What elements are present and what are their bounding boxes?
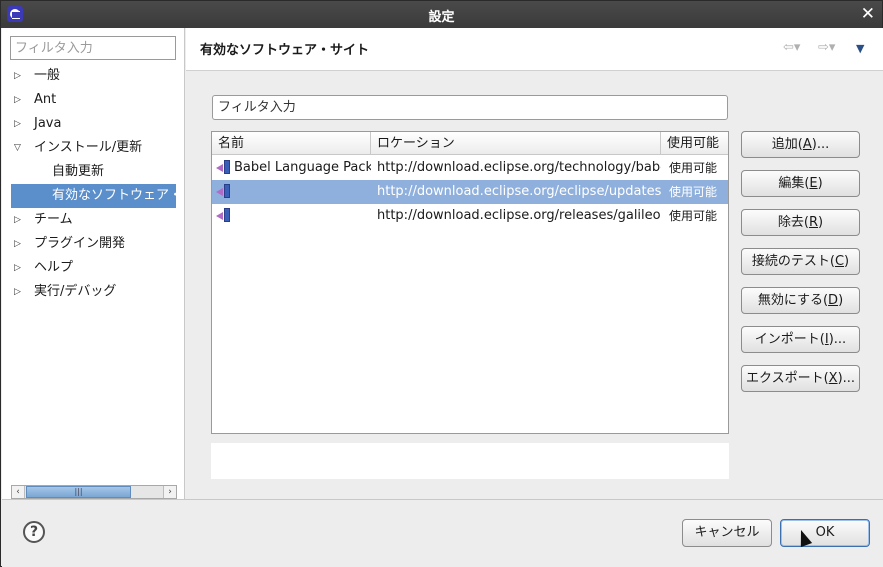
window-title: 設定	[428, 10, 455, 25]
expand-arrow-icon[interactable]: ▷	[14, 208, 26, 232]
back-arrow-icon[interactable]: ⇦▾	[783, 40, 800, 55]
edit-button[interactable]: 編集(E)	[741, 170, 860, 197]
sites-filter-input[interactable]	[212, 95, 728, 120]
preferences-tree-pane: ▷ 一般 ▷ Ant ▷ Java ▽ インストール/更新 自動更新 有効なソフ…	[2, 28, 185, 499]
site-name-cell	[216, 180, 371, 204]
tree-item-team[interactable]: ▷ チーム	[2, 208, 185, 232]
scrollbar-thumb[interactable]: |||	[26, 486, 131, 498]
scroll-right-icon[interactable]: ›	[163, 486, 176, 498]
column-header-location[interactable]: ロケーション	[371, 132, 661, 155]
view-menu-icon[interactable]: ▼	[856, 42, 864, 55]
dialog-button-bar: ? キャンセル OK	[2, 499, 883, 567]
tree-item-label: Java	[34, 116, 62, 131]
expand-arrow-icon[interactable]: ▷	[14, 64, 26, 88]
site-name-cell: Babel Language Pack	[216, 156, 371, 180]
add-button[interactable]: 追加(A)...	[741, 131, 860, 158]
tree-item-ant[interactable]: ▷ Ant	[2, 88, 185, 112]
tree-item-help[interactable]: ▷ ヘルプ	[2, 256, 185, 280]
preferences-tree: ▷ 一般 ▷ Ant ▷ Java ▽ インストール/更新 自動更新 有効なソフ…	[2, 64, 185, 304]
site-name: Babel Language Pack	[234, 160, 371, 175]
preferences-dialog: 設定 ✕ ▷ 一般 ▷ Ant ▷ Java ▽ インストール/更新 自動更新	[0, 0, 883, 567]
tree-item-label: 一般	[34, 68, 61, 83]
remove-button[interactable]: 除去(R)	[741, 209, 860, 236]
tree-item-run-debug[interactable]: ▷ 実行/デバッグ	[2, 280, 185, 304]
export-button[interactable]: エクスポート(X)...	[741, 365, 860, 392]
expand-arrow-icon[interactable]: ▷	[14, 112, 26, 136]
table-row[interactable]: http://download.eclipse.org/releases/gal…	[212, 204, 728, 228]
cancel-button[interactable]: キャンセル	[682, 519, 772, 547]
close-icon[interactable]: ✕	[861, 4, 875, 24]
site-location: http://download.eclipse.org/technology/b…	[377, 160, 661, 175]
tree-item-available-software-sites[interactable]: 有効なソフトウェア・	[11, 184, 176, 208]
update-site-icon	[216, 183, 230, 198]
software-sites-table: 名前 ロケーション 使用可能 Babel Language Pack http:…	[211, 131, 729, 434]
tree-item-label: 有効なソフトウェア・	[52, 188, 176, 203]
expand-arrow-icon[interactable]: ▷	[14, 88, 26, 112]
forward-arrow-icon[interactable]: ⇨▾	[818, 40, 835, 55]
tree-item-label: 実行/デバッグ	[34, 284, 117, 299]
test-connection-button[interactable]: 接続のテスト(C)	[741, 248, 860, 275]
page-header: 有効なソフトウェア・サイト ⇦▾ ⇨▾ ▼	[186, 28, 883, 71]
tree-filter-input[interactable]	[10, 36, 176, 60]
tree-item-java[interactable]: ▷ Java	[2, 112, 185, 136]
column-header-name[interactable]: 名前	[212, 132, 371, 155]
expand-arrow-icon[interactable]: ▷	[14, 232, 26, 256]
site-enabled: 使用可能	[669, 185, 718, 199]
table-row-selected[interactable]: http://download.eclipse.org/eclipse/upda…	[212, 180, 728, 204]
update-site-icon	[216, 207, 230, 222]
site-enabled: 使用可能	[669, 161, 718, 175]
preference-page: 有効なソフトウェア・サイト ⇦▾ ⇨▾ ▼ 名前 ロケーション 使用可能 Bab…	[186, 28, 883, 499]
table-row[interactable]: Babel Language Pack http://download.ecli…	[212, 156, 728, 180]
site-location: http://download.eclipse.org/eclipse/upda…	[377, 184, 661, 199]
expand-arrow-icon[interactable]: ▷	[14, 280, 26, 304]
tree-item-automatic-updates[interactable]: 自動更新	[2, 160, 185, 184]
collapse-arrow-icon[interactable]: ▽	[14, 136, 26, 160]
site-enabled: 使用可能	[669, 209, 718, 223]
title-bar[interactable]: 設定 ✕	[1, 1, 882, 28]
scroll-left-icon[interactable]: ‹	[12, 486, 25, 498]
table-header: 名前 ロケーション 使用可能	[212, 132, 728, 155]
tree-item-label: Ant	[34, 92, 57, 107]
tree-horizontal-scrollbar[interactable]: ‹ ||| ›	[11, 485, 177, 499]
tree-item-label: プラグイン開発	[34, 236, 126, 251]
tree-item-label: インストール/更新	[34, 140, 143, 155]
site-name-cell	[216, 204, 371, 228]
tree-item-general[interactable]: ▷ 一般	[2, 64, 185, 88]
tree-item-label: 自動更新	[52, 164, 105, 179]
disable-button[interactable]: 無効にする(D)	[741, 287, 860, 314]
expand-arrow-icon[interactable]: ▷	[14, 256, 26, 280]
page-title: 有効なソフトウェア・サイト	[200, 43, 370, 58]
tree-item-label: チーム	[34, 212, 73, 227]
site-details-area	[211, 443, 729, 479]
tree-item-install-update[interactable]: ▽ インストール/更新	[2, 136, 185, 160]
import-button[interactable]: インポート(I)...	[741, 326, 860, 353]
site-location: http://download.eclipse.org/releases/gal…	[377, 208, 661, 223]
tree-item-label: ヘルプ	[34, 260, 74, 275]
column-header-enabled[interactable]: 使用可能	[661, 132, 728, 155]
update-site-icon	[216, 159, 230, 174]
ok-button[interactable]: OK	[780, 519, 870, 547]
tree-item-plugin-development[interactable]: ▷ プラグイン開発	[2, 232, 185, 256]
help-icon[interactable]: ?	[23, 521, 45, 543]
